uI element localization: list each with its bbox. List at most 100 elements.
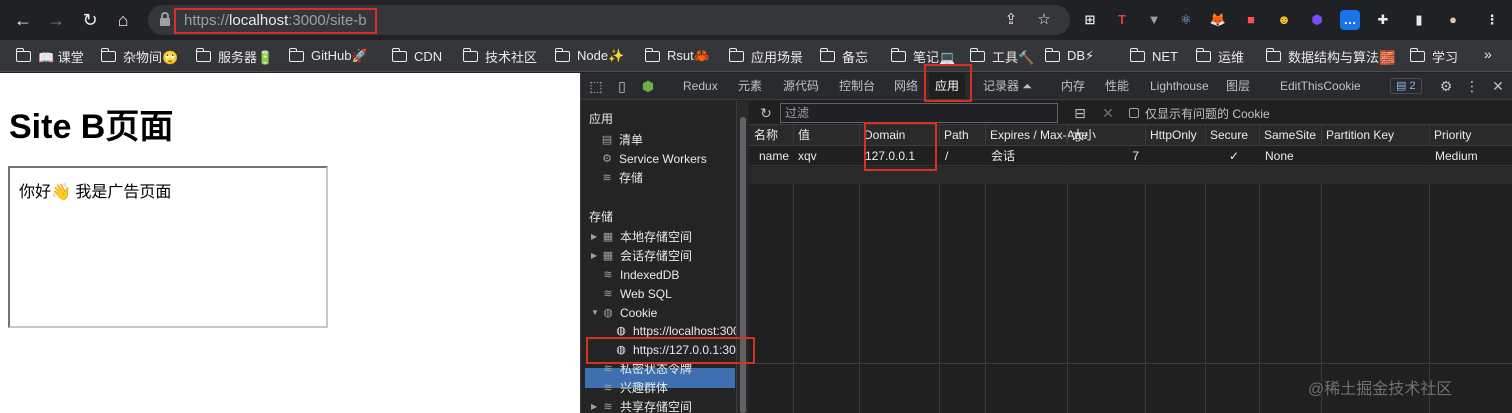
bookmark-item[interactable]: 应用场景	[728, 46, 803, 66]
sidebar-item[interactable]: ▶ ▦ 会话存储空间	[591, 247, 692, 265]
column-header[interactable]: 名称	[749, 125, 778, 146]
bookmark-item[interactable]: 学习	[1409, 46, 1458, 66]
sidebar-item[interactable]: ≋ 兴趣群体	[591, 379, 668, 397]
bookmark-item[interactable]: 笔记💻	[890, 46, 955, 66]
device-toolbar-icon[interactable]: ▯	[613, 77, 631, 95]
bookmark-item[interactable]: 运维	[1195, 46, 1244, 66]
react-devtools-icon[interactable]: ⚛	[1176, 10, 1196, 30]
more-options-icon[interactable]: ⋮	[1463, 77, 1481, 95]
preview-divider[interactable]	[749, 363, 1512, 364]
bookmark-item[interactable]: 工具🔨	[969, 46, 1034, 66]
share-icon[interactable]: ⇪	[1001, 10, 1021, 30]
home-icon[interactable]: ⌂	[112, 9, 134, 31]
devtools-tab[interactable]: Lighthouse	[1150, 73, 1209, 99]
bookmark-item[interactable]: GitHub🚀	[288, 46, 368, 66]
only-issues-checkbox[interactable]	[1129, 108, 1139, 118]
expander-icon[interactable]: ▼	[591, 304, 599, 322]
devtools-tab[interactable]: 内存	[1061, 73, 1085, 99]
issues-badge[interactable]: ▤ 2	[1390, 78, 1422, 94]
column-header[interactable]: Secure	[1205, 125, 1248, 146]
sidebar-cookie-origin[interactable]: ◍ https://127.0.0.1:300	[615, 341, 736, 359]
grid-apps-icon[interactable]: ⊞	[1080, 10, 1100, 30]
avatar-extension-icon[interactable]: ☻	[1274, 10, 1294, 30]
devtools-tab[interactable]: 源代码	[783, 73, 819, 99]
bookmark-item[interactable]: 数据结构与算法🧱	[1265, 46, 1395, 66]
devtools-tab[interactable]: 应用	[929, 73, 966, 99]
sidebar-item[interactable]: ▤ 清单	[601, 131, 643, 149]
column-header[interactable]: 值	[793, 125, 810, 146]
column-header[interactable]: 大小	[1067, 125, 1096, 146]
chat-extension-icon[interactable]: …	[1340, 10, 1360, 30]
database-icon: ≋	[603, 401, 613, 413]
menu-kebab-icon[interactable]: ⋮	[1482, 10, 1502, 30]
column-header[interactable]: HttpOnly	[1145, 125, 1197, 146]
sidebar-item[interactable]: ▶ ≋ 共享存储空间	[591, 398, 692, 413]
table-row[interactable]: name xqv 127.0.0.1 / 会话 7 ✓ None Medium	[749, 146, 1512, 166]
column-header[interactable]: Partition Key	[1321, 125, 1394, 146]
bookmark-item[interactable]: 技术社区	[462, 46, 537, 66]
reload-icon[interactable]: ↻	[79, 9, 101, 31]
sidebar-cookie-origin[interactable]: ◍ https://localhost:300	[615, 322, 737, 340]
star-icon[interactable]: ☆	[1034, 10, 1054, 30]
column-header[interactable]: Path	[939, 125, 969, 146]
devtools-tab[interactable]: EditThisCookie	[1280, 73, 1361, 99]
bookmark-item[interactable]: NET	[1129, 46, 1178, 66]
t-extension-icon[interactable]: T	[1112, 10, 1132, 30]
url-text[interactable]: https://localhost:3000/site-b	[174, 8, 377, 34]
bookmark-item[interactable]: 服务器🔋	[195, 46, 273, 66]
devtools-tab[interactable]: 记录器 ⏶	[983, 73, 1032, 99]
address-bar[interactable]: https://localhost:3000/site-b ⇪ ☆	[148, 5, 1070, 35]
folder-icon	[15, 47, 31, 62]
extension-red-icon[interactable]: ■	[1241, 10, 1261, 30]
devtools-tab[interactable]: 控制台	[839, 73, 875, 99]
puzzle-extensions-icon[interactable]: ✚	[1373, 10, 1393, 30]
sidebar-item-label: Web SQL	[620, 287, 672, 301]
devtools-tab[interactable]: 元素	[738, 73, 762, 99]
puzzle-extensions-icon-glyph: ✚	[1377, 12, 1389, 27]
bookmark-item[interactable]: Node✨	[554, 46, 624, 66]
sidebar-item[interactable]: ▼ ◍ Cookie	[591, 304, 657, 322]
bookmark-item[interactable]: Rsut🦀	[644, 46, 710, 66]
bookmark-item[interactable]: DB⚡	[1044, 46, 1094, 66]
devtools-tab[interactable]: 性能	[1105, 73, 1129, 99]
metamask-fox-icon[interactable]: 🦊	[1208, 10, 1228, 30]
vue-devtools-icon[interactable]: ▼	[1144, 10, 1164, 30]
bookmark-item[interactable]: 备忘	[819, 46, 868, 66]
forward-arrow-icon[interactable]: →	[45, 9, 67, 31]
sidebar-item[interactable]: ≋ 存储	[601, 169, 643, 187]
bookmarks-more-button[interactable]: »	[1484, 46, 1492, 62]
sidebar-app-header: 应用	[589, 112, 614, 126]
expander-icon[interactable]: ▶	[591, 398, 599, 413]
devtools-tab[interactable]: 网络	[894, 73, 918, 99]
sidebar-item[interactable]: ≋ IndexedDB	[591, 266, 679, 284]
sidebar-item[interactable]: ▶ ▦ 本地存储空间	[591, 228, 692, 246]
bookmark-item[interactable]: CDN	[391, 46, 442, 66]
sidebar-item[interactable]: ⚙ Service Workers	[601, 150, 707, 168]
devtools-tab[interactable]: Redux	[683, 73, 718, 99]
delete-selected-icon[interactable]: ✕	[1099, 104, 1117, 122]
close-devtools-icon[interactable]: ✕	[1489, 77, 1507, 95]
lock-icon[interactable]	[160, 12, 170, 26]
column-header[interactable]: Domain	[859, 125, 905, 146]
bookmark-item[interactable]: 📖 课堂	[15, 46, 84, 66]
cube-extension-icon[interactable]: ⬢	[639, 77, 657, 95]
hexagon-extension-icon[interactable]: ⬢	[1307, 10, 1327, 30]
column-header[interactable]: SameSite	[1259, 125, 1316, 146]
sidebar-item[interactable]: ≋ 私密状态令牌	[591, 360, 692, 378]
sidebar-scroll-thumb[interactable]	[740, 117, 746, 413]
devtools-tab[interactable]: 图层	[1226, 73, 1250, 99]
sidebar-item[interactable]: ≋ Web SQL	[591, 285, 672, 303]
profile-avatar-icon[interactable]: ●	[1443, 10, 1463, 30]
expander-icon[interactable]: ▶	[591, 228, 599, 246]
inspect-element-icon[interactable]: ⬚	[587, 77, 605, 95]
sidepanel-icon[interactable]: ▮	[1409, 10, 1429, 30]
settings-gear-icon[interactable]: ⚙	[1437, 77, 1455, 95]
refresh-icon[interactable]: ↻	[757, 104, 775, 122]
expander-icon[interactable]: ▶	[591, 247, 599, 265]
column-header[interactable]: Priority	[1429, 125, 1471, 146]
filter-input[interactable]: 过滤	[780, 103, 1058, 123]
back-arrow-icon[interactable]: ←	[12, 9, 34, 31]
sidebar-item-label: https://localhost:300	[633, 324, 737, 338]
clear-filtered-icon[interactable]: ⊟	[1071, 104, 1089, 122]
bookmark-item[interactable]: 杂物间🙄	[100, 46, 178, 66]
